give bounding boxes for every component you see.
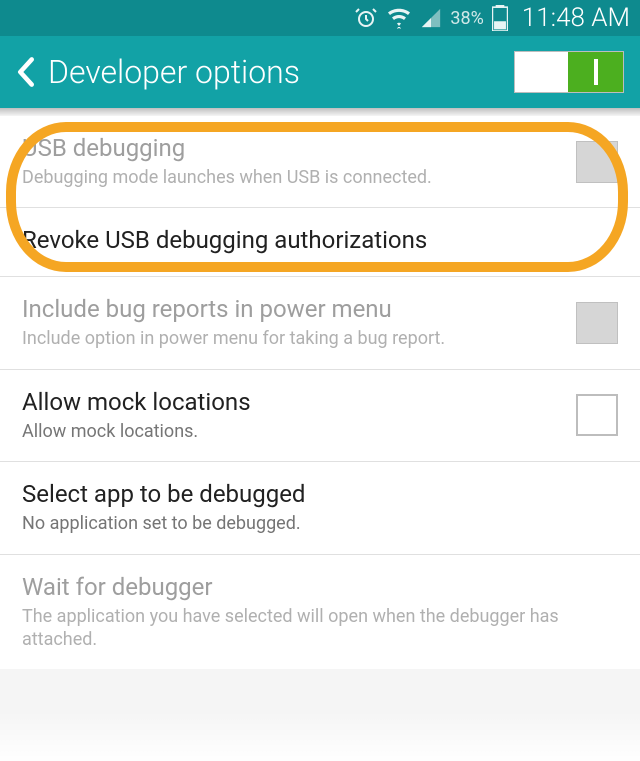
row-subtitle: Allow mock locations.: [22, 420, 560, 443]
row-mock-locations[interactable]: Allow mock locations Allow mock location…: [0, 370, 640, 462]
row-usb-debugging[interactable]: USB debugging Debugging mode launches wh…: [0, 116, 640, 208]
row-subtitle: Debugging mode launches when USB is conn…: [22, 166, 560, 189]
app-header: Developer options: [0, 36, 640, 108]
row-title: USB debugging: [22, 134, 560, 162]
checkbox-mock-locations[interactable]: [576, 394, 618, 436]
back-button[interactable]: [16, 56, 36, 88]
checkbox-usb-debugging[interactable]: [576, 141, 618, 183]
row-subtitle: Include option in power menu for taking …: [22, 327, 560, 350]
wifi-icon: [386, 6, 412, 30]
row-subtitle: No application set to be debugged.: [22, 512, 618, 535]
row-revoke-usb[interactable]: Revoke USB debugging authorizations: [0, 208, 640, 277]
toggle-knob-on: [568, 52, 623, 92]
row-subtitle: The application you have selected will o…: [22, 605, 618, 652]
row-wait-debugger[interactable]: Wait for debugger The application you ha…: [0, 555, 640, 670]
row-title: Revoke USB debugging authorizations: [22, 226, 618, 254]
battery-icon: [492, 5, 508, 31]
row-bug-reports[interactable]: Include bug reports in power menu Includ…: [0, 277, 640, 369]
row-title: Include bug reports in power menu: [22, 295, 560, 323]
settings-list: USB debugging Debugging mode launches wh…: [0, 116, 640, 669]
row-title: Allow mock locations: [22, 388, 560, 416]
battery-percent-label: 38%: [450, 8, 483, 29]
header-shadow: [0, 108, 640, 116]
row-select-debug-app[interactable]: Select app to be debugged No application…: [0, 462, 640, 554]
master-toggle[interactable]: [514, 51, 624, 93]
alarm-icon: [354, 6, 378, 30]
signal-icon: [420, 7, 442, 29]
row-title: Wait for debugger: [22, 573, 618, 601]
page-title: Developer options: [48, 53, 502, 91]
status-bar: 38% 11:48 AM: [0, 0, 640, 36]
bottom-fade: [0, 711, 640, 761]
checkbox-bug-reports[interactable]: [576, 302, 618, 344]
clock-label: 11:48 AM: [522, 3, 630, 33]
row-title: Select app to be debugged: [22, 480, 618, 508]
